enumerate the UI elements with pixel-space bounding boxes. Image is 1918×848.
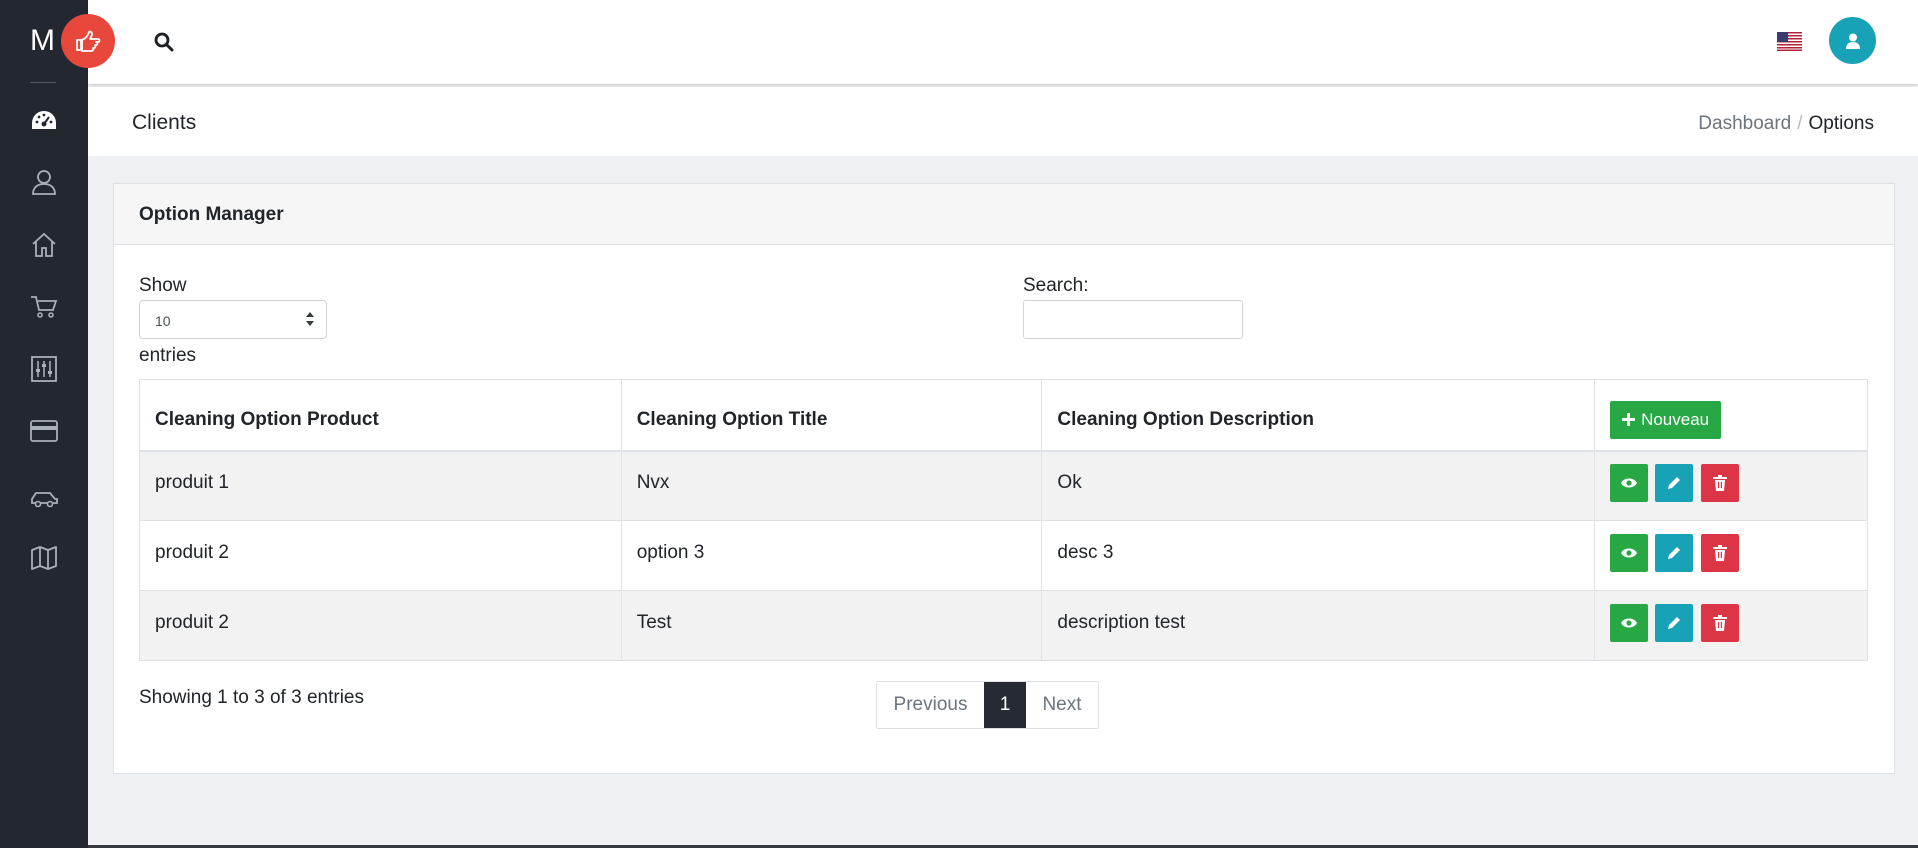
column-header-actions: Nouveau bbox=[1594, 379, 1868, 452]
us-flag-icon[interactable] bbox=[1777, 32, 1802, 51]
eye-icon bbox=[1621, 478, 1638, 488]
view-button[interactable] bbox=[1610, 463, 1649, 502]
cell-title: option 3 bbox=[620, 520, 1043, 591]
top-bar bbox=[88, 0, 1918, 84]
map-icon bbox=[31, 546, 57, 570]
sliders-icon bbox=[31, 356, 57, 382]
breadcrumb-current: Options bbox=[1808, 113, 1874, 134]
credit-card-icon bbox=[30, 420, 58, 442]
search-button[interactable] bbox=[152, 30, 176, 54]
table-row: produit 2 option 3 desc 3 bbox=[139, 520, 1868, 591]
cell-product: produit 2 bbox=[139, 590, 622, 661]
column-header-product[interactable]: Cleaning Option Product bbox=[139, 379, 622, 452]
option-manager-card: Option Manager Show 10 entries Search: C… bbox=[113, 183, 1895, 774]
sidebar-divider bbox=[30, 82, 56, 83]
edit-button[interactable] bbox=[1655, 603, 1694, 642]
cell-product: produit 1 bbox=[139, 450, 622, 521]
column-header-title[interactable]: Cleaning Option Title bbox=[620, 379, 1043, 452]
cell-title: Nvx bbox=[620, 450, 1043, 521]
new-option-label: Nouveau bbox=[1641, 409, 1710, 429]
cell-product: produit 2 bbox=[139, 520, 622, 591]
eye-icon bbox=[1621, 618, 1638, 627]
search-label: Search: bbox=[1023, 275, 1089, 296]
user-avatar-button[interactable] bbox=[1829, 17, 1876, 64]
sidebar: M bbox=[0, 0, 115, 848]
pencil-icon bbox=[1668, 616, 1681, 629]
new-option-button[interactable]: Nouveau bbox=[1610, 400, 1722, 439]
page-title: Clients bbox=[132, 111, 197, 134]
edit-button[interactable] bbox=[1655, 463, 1694, 502]
user-icon bbox=[32, 170, 56, 195]
home-icon bbox=[32, 232, 56, 257]
sidebar-item-payments[interactable] bbox=[26, 413, 62, 449]
plus-icon bbox=[1622, 413, 1636, 427]
cell-actions bbox=[1594, 450, 1868, 521]
trash-icon bbox=[1712, 614, 1727, 631]
view-button[interactable] bbox=[1610, 603, 1649, 642]
entries-per-page-value: 10 bbox=[155, 313, 171, 329]
dashboard-icon bbox=[32, 111, 56, 129]
pagination-next[interactable]: Next bbox=[1026, 682, 1098, 728]
search-icon bbox=[154, 32, 174, 52]
pencil-icon bbox=[1668, 546, 1681, 559]
table-row: produit 2 Test description test bbox=[139, 590, 1868, 661]
entries-label: entries bbox=[139, 345, 197, 366]
trash-icon bbox=[1712, 474, 1727, 491]
sidebar-toggle-button[interactable] bbox=[61, 14, 115, 68]
hand-pointer-icon bbox=[76, 30, 101, 52]
column-header-description[interactable]: Cleaning Option Description bbox=[1041, 379, 1596, 452]
sidebar-item-users[interactable] bbox=[26, 164, 62, 200]
sidebar-item-orders[interactable] bbox=[26, 289, 62, 325]
delete-button[interactable] bbox=[1700, 463, 1739, 502]
sidebar-item-zones[interactable] bbox=[26, 540, 62, 576]
entries-per-page-select[interactable]: 10 bbox=[139, 300, 327, 339]
logo-letter: M bbox=[30, 24, 55, 57]
delete-button[interactable] bbox=[1700, 603, 1739, 642]
cell-description: desc 3 bbox=[1041, 520, 1596, 591]
cell-actions bbox=[1594, 590, 1868, 661]
table-row: produit 1 Nvx Ok bbox=[139, 450, 1868, 521]
cell-actions bbox=[1594, 520, 1868, 591]
breadcrumb-separator: / bbox=[1797, 113, 1803, 134]
user-icon bbox=[1845, 33, 1860, 49]
cell-description: Ok bbox=[1041, 450, 1596, 521]
breadcrumb: Dashboard / Options bbox=[1698, 113, 1874, 135]
table-search-input[interactable] bbox=[1023, 300, 1243, 339]
breadcrumb-dashboard-link[interactable]: Dashboard bbox=[1698, 113, 1791, 135]
cart-icon bbox=[31, 296, 58, 318]
page-header: Clients Dashboard / Options bbox=[88, 87, 1918, 156]
card-title: Option Manager bbox=[114, 184, 1894, 245]
delete-button[interactable] bbox=[1700, 533, 1739, 572]
cell-title: Test bbox=[620, 590, 1043, 661]
edit-button[interactable] bbox=[1655, 533, 1694, 572]
eye-icon bbox=[1621, 548, 1638, 557]
sidebar-item-dashboard[interactable] bbox=[26, 103, 62, 139]
car-icon bbox=[31, 492, 58, 508]
table-header-row: Cleaning Option Product Cleaning Option … bbox=[139, 379, 1868, 452]
sidebar-item-options[interactable] bbox=[26, 351, 62, 387]
table-info-text: Showing 1 to 3 of 3 entries bbox=[139, 687, 364, 708]
show-label: Show bbox=[139, 275, 187, 296]
pagination-previous[interactable]: Previous bbox=[877, 682, 984, 728]
view-button[interactable] bbox=[1610, 533, 1649, 572]
pagination-page-current[interactable]: 1 bbox=[984, 682, 1026, 728]
trash-icon bbox=[1712, 544, 1727, 561]
select-caret-icon bbox=[306, 312, 314, 326]
cell-description: description test bbox=[1041, 590, 1596, 661]
pagination: Previous 1 Next bbox=[876, 681, 1099, 729]
pencil-icon bbox=[1668, 476, 1681, 489]
sidebar-item-home[interactable] bbox=[26, 227, 62, 263]
sidebar-item-vehicles[interactable] bbox=[26, 481, 62, 517]
options-table: Cleaning Option Product Cleaning Option … bbox=[139, 379, 1868, 661]
